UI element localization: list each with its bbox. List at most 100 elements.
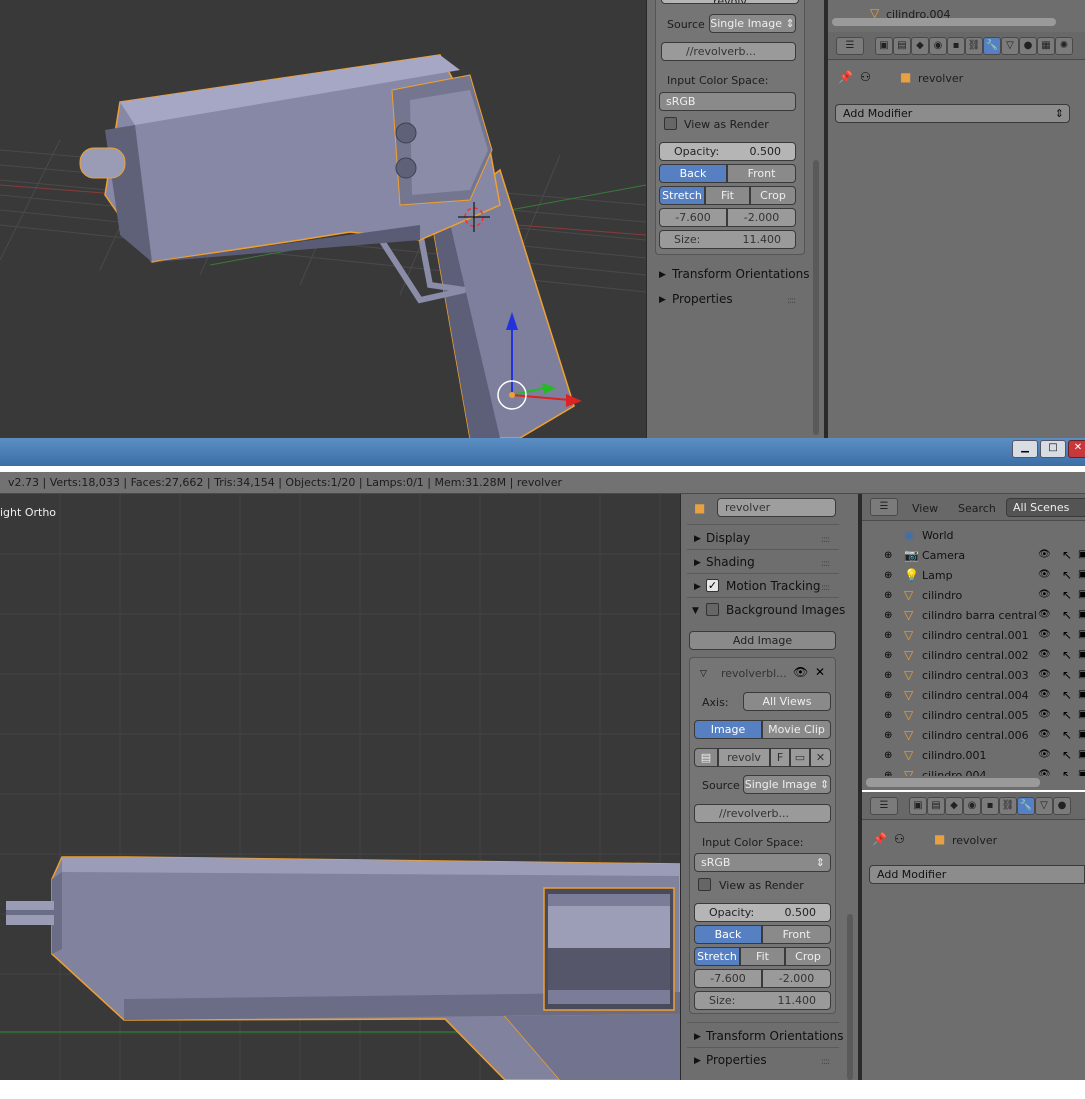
visibility-eye-icon[interactable]: 👁 <box>1038 588 1051 602</box>
outliner-row[interactable]: ◉ World <box>862 526 1085 546</box>
top-source-dropdown[interactable]: Single Image ⇕ <box>709 14 796 33</box>
selectability-cursor-icon[interactable]: ↖ <box>1062 668 1072 682</box>
size-field[interactable]: Size: 11.400 <box>694 991 831 1010</box>
open-image-button[interactable]: ▭ <box>790 748 810 767</box>
top-front-button[interactable]: Front <box>727 164 796 183</box>
constraints-icon[interactable]: ⛓ <box>965 37 983 55</box>
scene-icon[interactable]: ◆ <box>911 37 929 55</box>
render-camera-icon[interactable]: ▣ <box>1078 768 1085 776</box>
top-properties-header[interactable]: Properties <box>672 292 733 306</box>
outliner-row[interactable]: ⊕ ▽ cilindro 👁 ↖ ▣ <box>862 586 1085 606</box>
selectability-cursor-icon[interactable]: ↖ <box>1062 588 1072 602</box>
render-icon[interactable]: ▣ <box>909 797 927 815</box>
visibility-eye-icon[interactable]: 👁 <box>1038 648 1051 662</box>
texture-icon[interactable]: ▦ <box>1037 37 1055 55</box>
outliner-row[interactable]: ⊕ ▽ cilindro central.001 👁 ↖ ▣ <box>862 626 1085 646</box>
top-transform-orientations-header[interactable]: Transform Orientations <box>672 267 810 281</box>
render-camera-icon[interactable]: ▣ <box>1078 548 1085 562</box>
offset-x-field[interactable]: -7.600 <box>694 969 762 988</box>
fit-button[interactable]: Fit <box>740 947 785 966</box>
render-camera-icon[interactable]: ▣ <box>1078 568 1085 582</box>
outliner-row[interactable]: ⊕ ▽ cilindro central.003 👁 ↖ ▣ <box>862 666 1085 686</box>
material-icon[interactable]: ● <box>1019 37 1037 55</box>
color-space-dropdown[interactable]: sRGB ⇕ <box>694 853 831 872</box>
outliner-hscrollbar[interactable] <box>866 778 1040 787</box>
outliner-row[interactable]: ⊕ 📷 Camera 👁 ↖ ▣ <box>862 546 1085 566</box>
outliner-row[interactable]: ⊕ ▽ cilindro central.005 👁 ↖ ▣ <box>862 706 1085 726</box>
render-camera-icon[interactable]: ▣ <box>1078 668 1085 682</box>
properties-drag-handle-icon[interactable]: :::: <box>821 1057 830 1067</box>
display-drag-handle-icon[interactable]: :::: <box>821 535 830 545</box>
expand-icon[interactable]: ⊕ <box>884 749 892 763</box>
outliner-row[interactable]: ⊕ ▽ cilindro.004 👁 ↖ ▣ <box>862 766 1085 776</box>
selectability-cursor-icon[interactable]: ↖ <box>1062 708 1072 722</box>
shading-arrow-icon[interactable]: ▶ <box>694 558 701 568</box>
visibility-eye-icon[interactable]: 👁 <box>1038 668 1051 682</box>
top-stretch-button[interactable]: Stretch <box>659 186 705 205</box>
unlink-image-button[interactable]: ✕ <box>810 748 831 767</box>
top-3d-viewport[interactable] <box>0 0 646 438</box>
outliner-display-mode-dropdown[interactable]: All Scenes <box>1006 498 1085 517</box>
top-image-tab-partial[interactable]: revolv <box>661 0 799 4</box>
visibility-eye-icon[interactable]: 👁 <box>1038 688 1051 702</box>
modifiers-wrench-icon[interactable]: 🔧 <box>983 37 1001 55</box>
filepath-field[interactable]: //revolverb... <box>694 804 831 823</box>
image-tab-button[interactable]: Image <box>694 720 762 739</box>
top-filepath-field[interactable]: //revolverb... <box>661 42 796 61</box>
npanel-scrollbar[interactable] <box>847 914 853 1080</box>
render-layers-icon[interactable]: ▤ <box>893 37 911 55</box>
expand-icon[interactable]: ⊕ <box>884 629 892 643</box>
properties-panel-header[interactable]: Properties <box>706 1053 767 1067</box>
render-camera-icon[interactable]: ▣ <box>1078 688 1085 702</box>
outliner-editor-type-icon[interactable]: ☰ <box>870 498 898 516</box>
add-modifier-dropdown[interactable]: Add Modifier <box>869 865 1085 884</box>
top-color-space-dropdown[interactable]: sRGB <box>659 92 796 111</box>
selectability-cursor-icon[interactable]: ↖ <box>1062 548 1072 562</box>
movie-clip-tab-button[interactable]: Movie Clip <box>762 720 831 739</box>
display-arrow-icon[interactable]: ▶ <box>694 534 701 544</box>
outliner-row[interactable]: ⊕ ▽ cilindro barra central 👁 ↖ ▣ <box>862 606 1085 626</box>
top-fit-button[interactable]: Fit <box>705 186 750 205</box>
top-opacity-slider[interactable]: Opacity: 0.500 <box>659 142 796 161</box>
selectability-cursor-icon[interactable]: ↖ <box>1062 648 1072 662</box>
visibility-eye-icon[interactable]: 👁 <box>1038 708 1051 722</box>
pin-icon[interactable]: 📌 <box>872 832 887 846</box>
editor-type-icon[interactable]: ☰ <box>870 797 898 815</box>
bottom-3d-viewport[interactable]: ight Ortho <box>0 494 680 1080</box>
expand-icon[interactable]: ⊕ <box>884 609 892 623</box>
window-titlebar[interactable] <box>0 438 1085 466</box>
modifiers-wrench-icon[interactable]: 🔧 <box>1017 797 1035 815</box>
expand-icon[interactable]: ⊕ <box>884 549 892 563</box>
object-icon[interactable]: ▪ <box>981 797 999 815</box>
close-button[interactable]: ✕ <box>1068 440 1085 458</box>
minimize-button[interactable]: ▁ <box>1012 440 1038 458</box>
pin-icon[interactable]: 📌 <box>838 70 853 84</box>
expand-icon[interactable]: ⊕ <box>884 589 892 603</box>
remove-x-icon[interactable]: ✕ <box>815 665 825 679</box>
motion-tracking-panel-header[interactable]: Motion Tracking <box>726 579 820 593</box>
material-icon[interactable]: ● <box>1053 797 1071 815</box>
motion-tracking-arrow-icon[interactable]: ▶ <box>694 582 701 592</box>
top-npanel-scrollbar[interactable] <box>813 160 819 435</box>
outliner-row[interactable]: ⊕ ▽ cilindro.001 👁 ↖ ▣ <box>862 746 1085 766</box>
object-icon[interactable]: ▪ <box>947 37 965 55</box>
render-camera-icon[interactable]: ▣ <box>1078 648 1085 662</box>
expand-icon[interactable]: ⊕ <box>884 729 892 743</box>
background-images-checkbox[interactable] <box>706 603 719 616</box>
world-icon[interactable]: ◉ <box>963 797 981 815</box>
top-properties-arrow-icon[interactable]: ▶ <box>659 295 666 305</box>
particles-icon[interactable]: ✺ <box>1055 37 1073 55</box>
expand-icon[interactable]: ⊕ <box>884 769 892 776</box>
top-view-as-render-checkbox[interactable] <box>664 117 677 130</box>
expand-icon[interactable]: ⊕ <box>884 669 892 683</box>
source-dropdown[interactable]: Single Image ⇕ <box>743 775 831 794</box>
visibility-eye-icon[interactable]: 👁 <box>1038 608 1051 622</box>
eye-icon[interactable]: 👁 <box>793 665 808 679</box>
world-icon[interactable]: ◉ <box>929 37 947 55</box>
render-camera-icon[interactable]: ▣ <box>1078 728 1085 742</box>
expand-icon[interactable]: ⊕ <box>884 689 892 703</box>
add-image-button[interactable]: Add Image <box>689 631 836 650</box>
top-add-modifier-dropdown[interactable]: Add Modifier ⇕ <box>835 104 1070 123</box>
selectability-cursor-icon[interactable]: ↖ <box>1062 568 1072 582</box>
visibility-eye-icon[interactable]: 👁 <box>1038 728 1051 742</box>
